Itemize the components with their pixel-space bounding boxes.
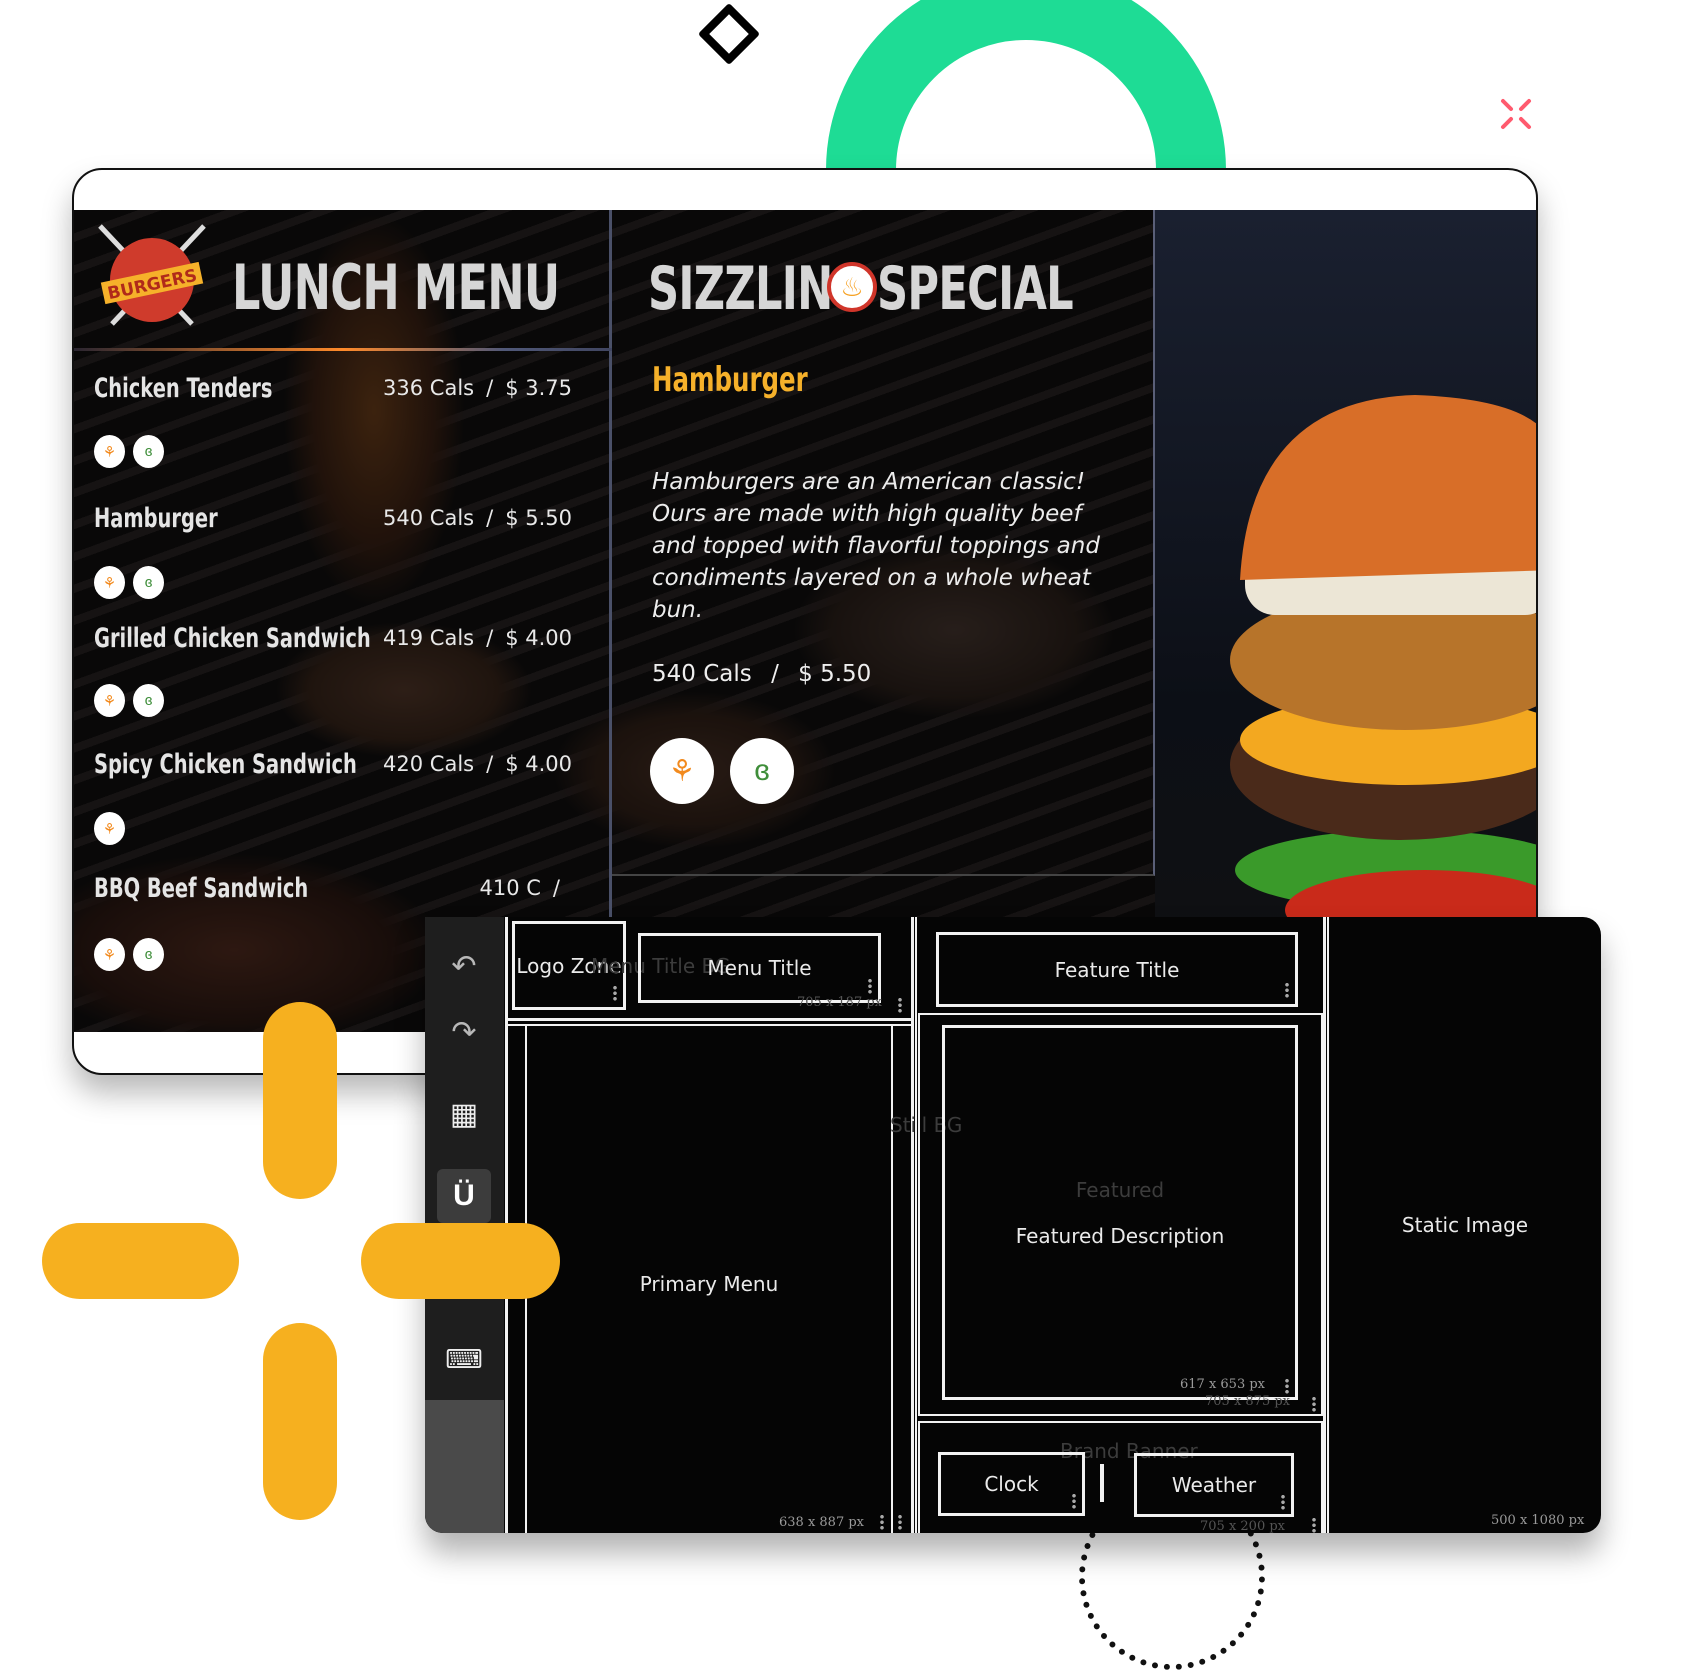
menu-item-name: Chicken Tenders	[94, 372, 273, 404]
redo-icon[interactable]: ↷	[437, 1005, 491, 1059]
featured-outer-dims: 705 x 875 px	[1205, 1394, 1291, 1409]
menu-item-cals-price: 336 Cals / $ 3.75	[383, 376, 572, 400]
bean-icon: ɞ	[730, 738, 794, 804]
undo-icon[interactable]: ↶	[437, 939, 491, 993]
static-image-dims: 500 x 1080 px	[1491, 1513, 1585, 1528]
clock-zone[interactable]: Clock	[938, 1452, 1085, 1516]
weather-zone[interactable]: Weather	[1134, 1453, 1294, 1517]
bean-icon: ɞ	[133, 435, 164, 468]
keyboard-icon[interactable]: ⌨	[437, 1332, 491, 1386]
wheat-icon: ⚘	[650, 738, 714, 804]
bean-icon: ɞ	[133, 938, 164, 971]
menu-item-cals: 540 Cals	[383, 506, 475, 530]
wheat-icon: ⚘	[94, 938, 125, 971]
menu-item-price: $ 5.50	[505, 506, 572, 530]
primary-menu-label: Primary Menu	[639, 1272, 779, 1296]
primary-menu-zone[interactable]: Primary Menu	[525, 1024, 893, 1533]
featured-description-zone[interactable]: Featured Featured Description	[942, 1025, 1298, 1400]
wheat-icon: ⚘	[94, 566, 125, 599]
menu-item-cals: 420 Cals	[383, 752, 475, 776]
menu-item-cals-price: 410 C /	[480, 876, 573, 900]
yellow-plus-right	[361, 1223, 560, 1299]
grid-icon[interactable]: ▦	[437, 1087, 491, 1141]
text-cursor	[1100, 1464, 1104, 1502]
yellow-plus-left	[42, 1223, 239, 1299]
separator: /	[771, 661, 779, 687]
menu-item-cals-price: 419 Cals / $ 4.00	[383, 626, 572, 650]
wheat-icon: ⚘	[94, 435, 125, 468]
magnet-icon[interactable]: Ü	[437, 1169, 491, 1223]
separator: /	[486, 752, 494, 776]
menu-item-name: Grilled Chicken Sandwich	[94, 622, 371, 654]
separator: /	[486, 506, 494, 530]
menu-item-name: Hamburger	[94, 502, 218, 534]
diamond-icon	[697, 2, 761, 66]
special-description: Hamburgers are an American classic! Ours…	[652, 469, 1100, 623]
weather-label: Weather	[1171, 1473, 1257, 1497]
clock-label: Clock	[984, 1472, 1039, 1496]
burgers-logo: BURGERS	[98, 224, 206, 326]
primary-menu-dims: 638 x 887 px	[779, 1515, 865, 1530]
menu-title-zone[interactable]: Menu Title	[638, 933, 881, 1003]
feature-title-zone[interactable]: Feature Title	[936, 932, 1298, 1007]
featured-ghost-label: Featured	[1075, 1177, 1165, 1202]
banner-dims: 705 x 200 px	[1200, 1519, 1286, 1533]
special-title-right: SPECIAL	[877, 254, 1074, 324]
special-price: $ 5.50	[798, 661, 872, 687]
menu-title: LUNCH MENU	[232, 250, 560, 324]
special-item-name: Hamburger	[652, 360, 808, 400]
yellow-plus-bottom	[263, 1323, 337, 1520]
menu-item-price: $ 3.75	[505, 376, 572, 400]
header-divider	[74, 348, 612, 351]
yellow-plus-top	[263, 1002, 337, 1199]
menu-item-cals-price: 540 Cals / $ 5.50	[383, 506, 572, 530]
menu-item-name: BBQ Beef Sandwich	[94, 872, 309, 904]
static-image-zone[interactable]: Static Image	[1329, 917, 1601, 1533]
special-cals-price: 540 Cals / $ 5.50	[652, 661, 871, 687]
wheat-icon: ⚘	[94, 684, 125, 717]
menu-item-cals-price: 420 Cals / $ 4.00	[383, 752, 572, 776]
separator: /	[486, 376, 494, 400]
menu-item-name: Spicy Chicken Sandwich	[94, 748, 357, 780]
lunch-menu-panel: BURGERS LUNCH MENU Chicken Tenders 336 C…	[74, 210, 612, 1032]
burger-image	[1155, 210, 1536, 1032]
layout-editor: ↶ ↷ ▦ Ü ⌨ Logo Zone Menu Title BG Menu T…	[425, 917, 1601, 1533]
wheat-icon: ⚘	[94, 812, 125, 845]
special-cals: 540 Cals	[652, 661, 752, 687]
separator: /	[552, 876, 560, 900]
feature-title-label: Feature Title	[1054, 957, 1180, 982]
bean-icon: ɞ	[133, 566, 164, 599]
menu-item-price: $ 4.00	[505, 752, 572, 776]
menu-item-cals: 410 C	[479, 876, 541, 900]
static-image-label: Static Image	[1401, 1213, 1529, 1237]
sizzle-icon: ♨	[827, 262, 877, 312]
menu-title-dims: 705 x 187 px	[797, 995, 883, 1010]
featured-description-label: Featured Description	[1015, 1223, 1225, 1248]
menu-item-price: $ 4.00	[505, 626, 572, 650]
menu-board-screen: BURGERS LUNCH MENU Chicken Tenders 336 C…	[74, 210, 1536, 1032]
special-panel: SIZZLING ♨ SPECIAL Hamburger Hamburgers …	[612, 210, 1155, 876]
menu-item-cals: 336 Cals	[383, 376, 475, 400]
bean-icon: ɞ	[133, 684, 164, 717]
sparkle-x-icon	[1501, 99, 1531, 129]
separator: /	[486, 626, 494, 650]
menu-title-label: Menu Title	[707, 956, 812, 980]
featured-dims: 617 x 653 px	[1180, 1377, 1266, 1392]
menu-item-cals: 419 Cals	[383, 626, 475, 650]
